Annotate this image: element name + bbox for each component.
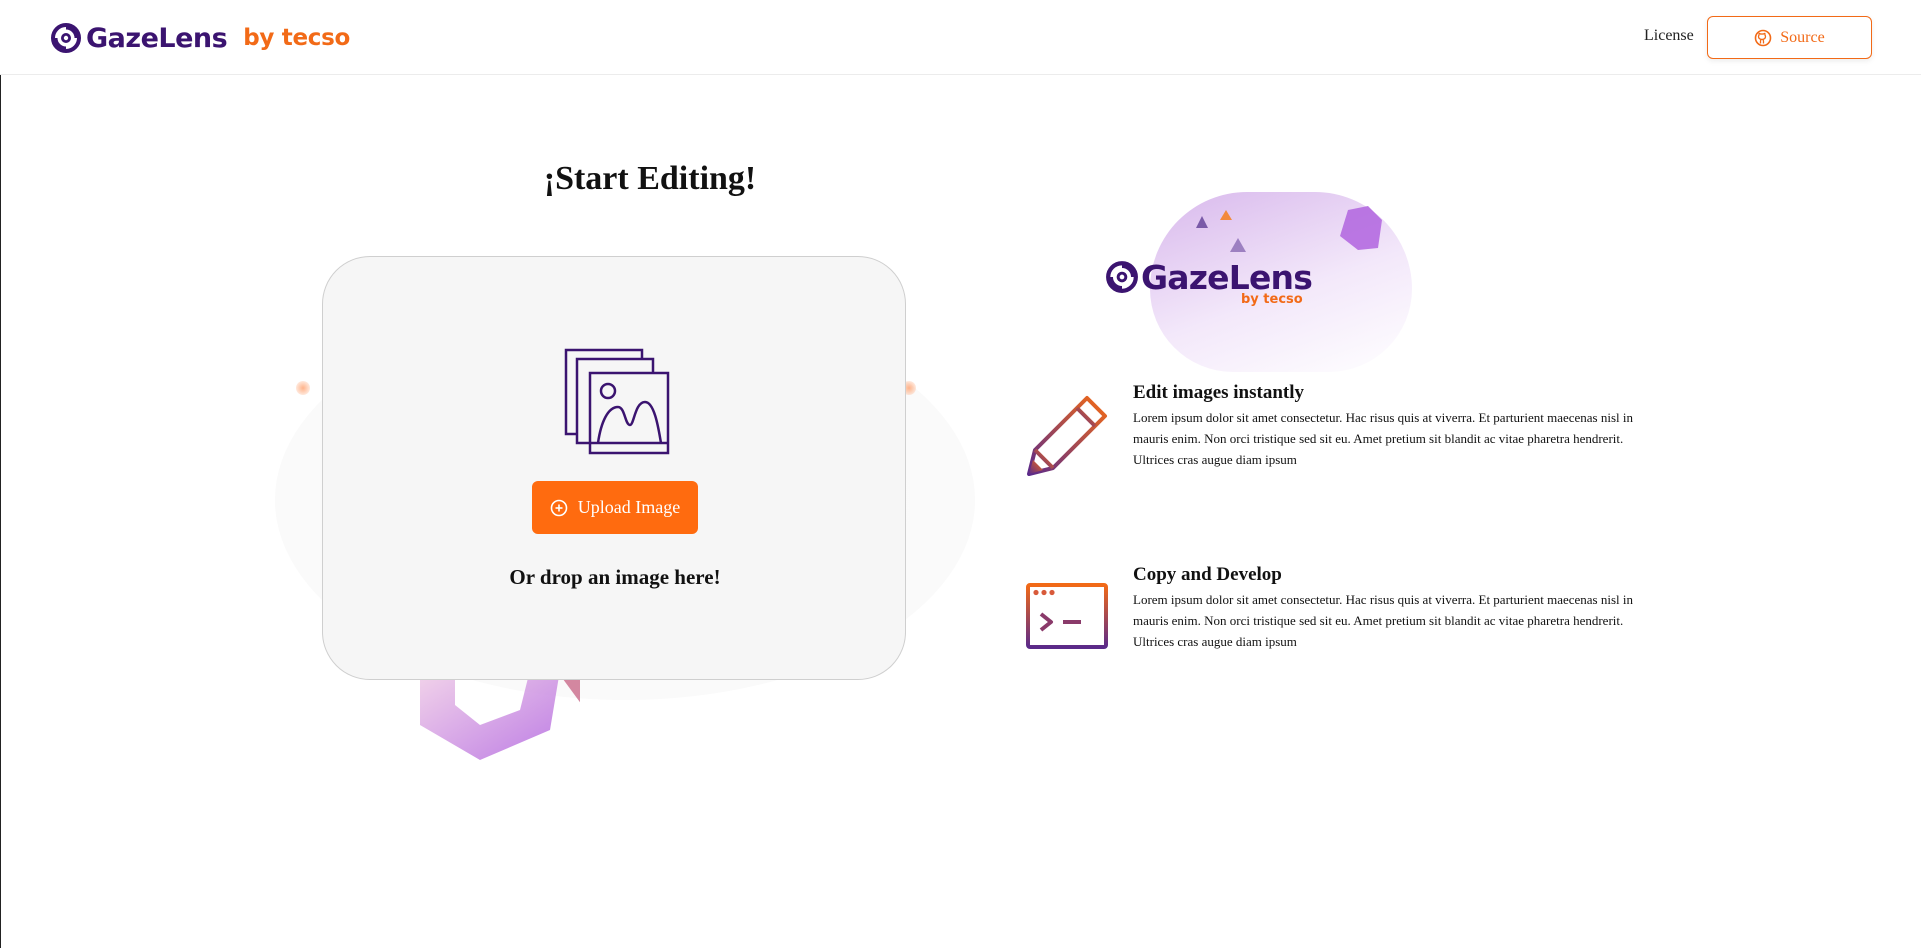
image-drop-zone[interactable]: Upload Image Or drop an image here!: [322, 256, 906, 680]
image-gallery-icon: [564, 348, 670, 455]
feature-title: Edit images instantly: [1133, 382, 1305, 403]
decorative-triangles: [1196, 206, 1382, 252]
side-brand-by: by tecso: [1241, 292, 1303, 307]
feature-description: Lorem ipsum dolor sit amet consectetur. …: [1133, 592, 1633, 649]
upload-image-label: Upload Image: [577, 497, 681, 517]
plus-circle-icon: [550, 499, 568, 516]
source-button[interactable]: Source: [1707, 16, 1872, 59]
source-label: Source: [1780, 28, 1825, 46]
brand-name: GazeLens: [86, 22, 228, 54]
drop-instructions: Or drop an image here!: [509, 565, 721, 589]
feature-description: Lorem ipsum dolor sit amet consectetur. …: [1133, 410, 1633, 467]
top-header: GazeLens by tecso License Source: [0, 0, 1921, 75]
github-icon: [1754, 29, 1772, 46]
gazelens-logo-icon: [51, 23, 81, 53]
license-link[interactable]: License: [1644, 27, 1694, 45]
brand-by-tecso: by tecso: [243, 25, 351, 51]
feature-title: Copy and Develop: [1133, 564, 1282, 585]
upload-image-button[interactable]: Upload Image: [532, 481, 698, 534]
terminal-window-icon: [1026, 583, 1108, 649]
pencil-icon: [1027, 396, 1107, 476]
page-title: ¡Start Editing!: [543, 160, 757, 197]
brand-logo[interactable]: GazeLens by tecso: [50, 22, 350, 54]
gazelens-logo-icon: [1106, 261, 1138, 293]
decorative-dot-left: [296, 381, 310, 395]
window-left-edge: [0, 0, 1, 948]
